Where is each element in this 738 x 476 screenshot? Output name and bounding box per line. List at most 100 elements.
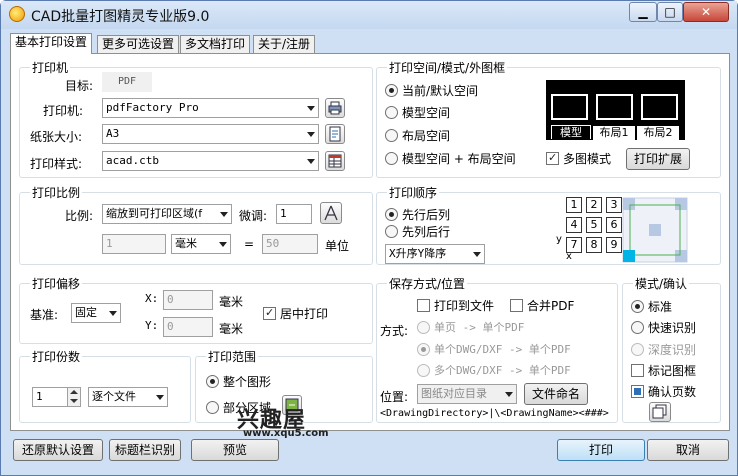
scale-unit-label: 单位	[325, 239, 350, 253]
tab-basic[interactable]: 基本打印设置	[10, 33, 93, 54]
x-offset-input[interactable]: 0	[163, 290, 213, 310]
scale-unit-select[interactable]: 毫米	[171, 234, 231, 254]
radio-quick-recog[interactable]: 快速识别	[631, 321, 696, 335]
order-group-title: 打印顺序	[387, 184, 440, 201]
printer-select[interactable]: pdfFactory Pro	[102, 98, 319, 118]
offset-group: 打印偏移 基准: 固定 X: 0 毫米 Y: 0 毫米 居中打印	[19, 275, 373, 344]
x-label: X:	[145, 292, 159, 305]
sort-order-select[interactable]: X升序Y降序	[385, 244, 485, 264]
scale-denominator-input[interactable]: 50	[262, 234, 318, 254]
y-offset-input[interactable]: 0	[163, 317, 213, 337]
save-group-title: 保存方式/位置	[387, 275, 468, 292]
spin-up-icon[interactable]	[70, 390, 78, 394]
scale-group: 打印比例 比例: 缩放到可打印区域(f 微调: 1 1 毫米 = 50 单位	[19, 184, 373, 265]
copies-spinner[interactable]	[67, 387, 81, 407]
radio-multi-dwg-to-pdf[interactable]: 多个DWG/DXF -> 单个PDF	[417, 364, 571, 378]
style-select[interactable]: acad.ctb	[102, 151, 319, 171]
maximize-button[interactable]: □	[657, 2, 683, 22]
grid-cell-3: 3	[606, 197, 622, 213]
minimize-icon: ▁	[638, 5, 648, 19]
paper-label: 纸张大小:	[30, 130, 83, 144]
mark-frame-checkbox[interactable]: 标记图框	[631, 364, 696, 378]
copies-input[interactable]: 1	[32, 387, 68, 407]
print-button[interactable]: 打印	[557, 439, 645, 461]
radio-row-first[interactable]: 先行后列	[385, 208, 450, 222]
printer-properties-button[interactable]	[325, 98, 345, 118]
paper-select[interactable]: A3	[102, 124, 319, 144]
grid-cell-4: 4	[566, 217, 582, 233]
path-pattern: <DrawingDirectory>|\<DrawingName><###>	[380, 408, 609, 419]
copy-settings-button[interactable]	[649, 402, 671, 422]
radio-page-to-pdf[interactable]: 单页 -> 单个PDF	[417, 321, 524, 335]
offset-group-title: 打印偏移	[30, 275, 83, 292]
grid-cell-9: 9	[606, 237, 622, 253]
location-select[interactable]: 图纸对应目录	[417, 384, 517, 404]
watermark-url: www.xqu5.com	[243, 428, 329, 439]
target-label: 目标:	[65, 79, 94, 93]
copies-group: 打印份数 1 逐个文件	[19, 348, 191, 423]
paper-size-icon	[329, 126, 341, 142]
copies-group-title: 打印份数	[30, 348, 83, 365]
base-select[interactable]: 固定	[71, 303, 121, 323]
spin-down-icon[interactable]	[70, 399, 78, 403]
fine-tune-input[interactable]: 1	[276, 204, 312, 224]
location-label: 位置:	[380, 390, 409, 404]
tab-about[interactable]: 关于/注册	[253, 35, 316, 53]
cancel-button[interactable]: 取消	[647, 439, 729, 461]
ratio-select-value: 缩放到可打印区域(f	[106, 207, 203, 220]
printer-group: 打印机 目标: PDF 打印机: pdfFactory Pro 纸张大小: A3…	[19, 59, 373, 178]
scale-unit-value: 毫米	[175, 237, 197, 250]
merge-pdf-checkbox[interactable]: 合并PDF	[510, 299, 574, 313]
base-select-value: 固定	[75, 306, 97, 319]
scale-numerator-input[interactable]: 1	[102, 234, 166, 254]
scale-group-title: 打印比例	[30, 184, 83, 201]
preview-frame-2	[596, 94, 633, 120]
radio-layout-space[interactable]: 布局空间	[385, 129, 450, 143]
style-edit-button[interactable]	[325, 151, 345, 171]
paper-select-value: A3	[106, 127, 120, 140]
grid-cell-2: 2	[586, 197, 602, 213]
restore-defaults-button[interactable]: 还原默认设置	[13, 439, 103, 461]
close-icon: ✕	[700, 5, 712, 19]
close-button[interactable]: ✕	[683, 2, 729, 22]
radio-dwg-to-pdf[interactable]: 单个DWG/DXF -> 单个PDF	[417, 343, 571, 357]
radio-standard[interactable]: 标准	[631, 300, 672, 314]
minimize-button[interactable]: ▁	[629, 2, 657, 22]
center-print-checkbox[interactable]: 居中打印	[263, 306, 328, 321]
title-bar: CAD批量打图精灵专业版9.0 ▁ □ ✕	[1, 1, 737, 29]
printer-icon	[328, 101, 342, 115]
radio-model-layout-space[interactable]: 模型空间 + 布局空间	[385, 152, 516, 166]
preview-button[interactable]: 预览	[191, 439, 279, 461]
radio-deep-recog[interactable]: 深度识别	[631, 343, 696, 357]
confirm-group-title: 模式/确认	[633, 275, 690, 292]
radio-model-space[interactable]: 模型空间	[385, 106, 450, 120]
alignment-preview-icon	[622, 197, 688, 263]
confirm-group: 模式/确认 标准 快速识别 深度识别 标记图框 确认页数	[622, 275, 721, 423]
base-label: 基准:	[30, 308, 59, 322]
confirm-pages-checkbox[interactable]: 确认页数	[631, 385, 696, 399]
radio-whole-drawing[interactable]: 整个图形	[206, 375, 271, 389]
tab-multi-doc[interactable]: 多文档打印	[180, 35, 251, 53]
x-unit-label: 毫米	[219, 295, 244, 309]
radio-col-first[interactable]: 先列后行	[385, 225, 450, 239]
preview-frame-3	[641, 94, 678, 120]
print-expand-button[interactable]: 打印扩展	[626, 148, 690, 170]
multi-mode-checkbox[interactable]: 多图模式	[546, 151, 611, 166]
printer-select-value: pdfFactory Pro	[106, 101, 199, 114]
style-label: 打印样式:	[30, 157, 83, 171]
radio-current-space[interactable]: 当前/默认空间	[385, 84, 478, 98]
scale-tool-button[interactable]	[320, 202, 342, 224]
paper-settings-button[interactable]	[325, 124, 345, 144]
grid-cell-1: 1	[566, 197, 582, 213]
copy-icon	[652, 404, 667, 419]
title-recognition-button[interactable]: 标题栏识别	[109, 439, 181, 461]
scale-equals: =	[244, 237, 255, 251]
copies-mode-value: 逐个文件	[92, 390, 136, 403]
tab-more-options[interactable]: 更多可选设置	[97, 35, 180, 53]
style-select-value: acad.ctb	[106, 154, 159, 167]
file-naming-button[interactable]: 文件命名	[524, 383, 588, 405]
ratio-select[interactable]: 缩放到可打印区域(f	[102, 204, 232, 224]
copies-mode-select[interactable]: 逐个文件	[88, 387, 168, 407]
print-to-file-checkbox[interactable]: 打印到文件	[417, 299, 494, 313]
preview-tab-layout1: 布局1	[593, 126, 635, 140]
